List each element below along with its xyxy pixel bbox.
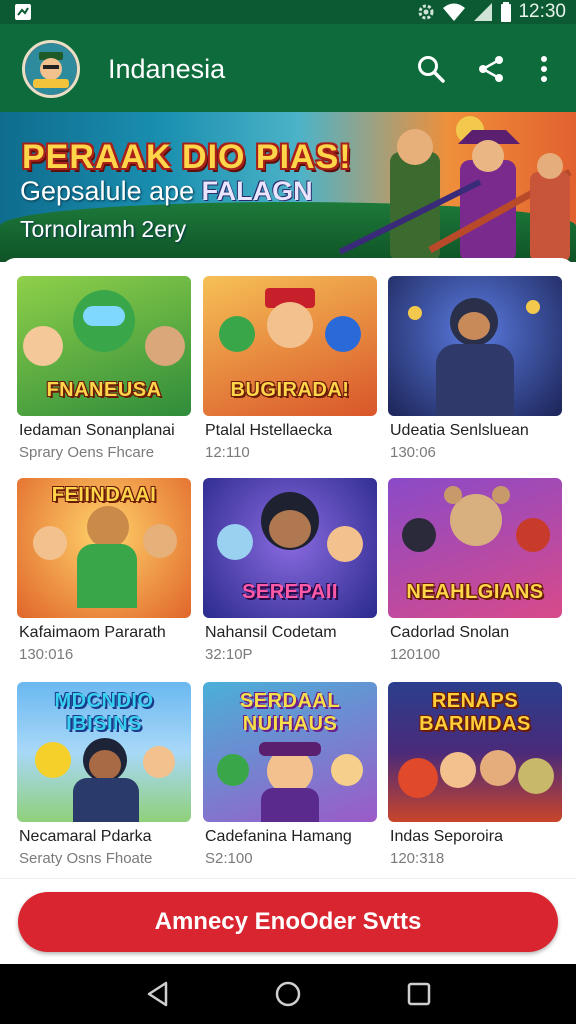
search-icon[interactable]	[416, 54, 446, 84]
banner-characters-illustration	[338, 116, 572, 262]
game-thumbnail[interactable]: SEREPAII	[203, 478, 377, 618]
game-logo: FEIINDAAI	[51, 484, 157, 506]
game-meta: 12:110	[205, 444, 250, 461]
game-logo: FNANEUSA	[46, 379, 162, 401]
banner-tagline: Tornolramh 2ery	[20, 216, 187, 242]
game-thumbnail[interactable]	[388, 276, 562, 416]
game-meta: 130:06	[390, 444, 436, 461]
game-thumbnail[interactable]: MDCNDIO IBISINS	[17, 682, 191, 822]
app-bar: Indanesia	[0, 24, 576, 112]
share-icon[interactable]	[476, 54, 506, 84]
game-meta: Sprary Oens Fhcare	[19, 444, 155, 461]
game-logo: BUGIRADA!	[230, 379, 350, 401]
settings-icon	[418, 4, 434, 20]
wifi-icon	[443, 3, 466, 21]
game-meta: 120:318	[390, 850, 445, 867]
game-logo: MDCNDIO IBISINS	[54, 690, 154, 735]
game-logo: NEAHLGIANS	[406, 581, 544, 603]
more-vert-icon[interactable]	[534, 54, 554, 84]
game-thumbnail[interactable]: NEAHLGIANS	[388, 478, 562, 618]
game-title: Cadorlad Snolan	[390, 624, 510, 641]
game-thumbnail[interactable]: BUGIRADA!	[203, 276, 377, 416]
game-title: Udeatia Senlsluean	[390, 422, 529, 439]
cta-button[interactable]: Amnecy EnoOder Svtts	[18, 892, 558, 952]
game-title: Kafaimaom Pararath	[19, 624, 166, 641]
game-title: Ptalal Hstellaecka	[205, 422, 333, 439]
game-thumbnail[interactable]: FEIINDAAI	[17, 478, 191, 618]
game-meta: Seraty Osns Fhoate	[19, 850, 153, 867]
home-icon[interactable]	[274, 980, 302, 1008]
signal-icon	[474, 3, 493, 21]
notification-icon	[15, 4, 31, 20]
banner-subtitle: Gepsalule ape FALAGN	[20, 176, 313, 207]
game-meta: 32:10P	[205, 646, 253, 663]
banner-subtitle-text: Gepsalule ape	[20, 176, 202, 206]
promo-banner[interactable]: PERAAK DIO PIAS! Gepsalule ape FALAGN To…	[0, 112, 576, 262]
game-title: Iedaman Sonanplanai	[19, 422, 175, 439]
game-logo: SERDAAL NUIHAUS	[239, 690, 341, 735]
game-title: Nahansil Codetam	[205, 624, 337, 641]
game-meta: S2:100	[205, 850, 253, 867]
system-nav-bar	[0, 964, 576, 1024]
game-thumbnail[interactable]: SERDAAL NUIHAUS	[203, 682, 377, 822]
game-meta: 130:016	[19, 646, 74, 663]
game-meta: 120100	[390, 646, 441, 663]
cta-container: Amnecy EnoOder Svtts	[0, 878, 576, 965]
game-title: Indas Seporoira	[390, 828, 503, 845]
game-logo: SEREPAII	[242, 581, 338, 603]
game-logo: RENAPS BARIMDAS	[419, 690, 531, 735]
app-avatar[interactable]	[22, 40, 80, 98]
recents-icon[interactable]	[405, 980, 433, 1008]
app-title: Indanesia	[108, 54, 226, 84]
battery-icon	[501, 2, 512, 22]
status-bar: 12:30	[0, 0, 576, 24]
status-time: 12:30	[518, 1, 566, 22]
game-title: Cadefanina Hamang	[205, 828, 352, 845]
banner-title: PERAAK DIO PIAS!	[22, 138, 352, 176]
back-icon[interactable]	[144, 980, 172, 1008]
game-thumbnail[interactable]: RENAPS BARIMDAS	[388, 682, 562, 822]
game-grid: FNANEUSA Iedaman Sonanplanai Sprary Oens…	[0, 258, 576, 878]
game-thumbnail[interactable]: FNANEUSA	[17, 276, 191, 416]
game-title: Necamaral Pdarka	[19, 828, 152, 845]
banner-subtitle-highlight: FALAGN	[201, 176, 313, 206]
